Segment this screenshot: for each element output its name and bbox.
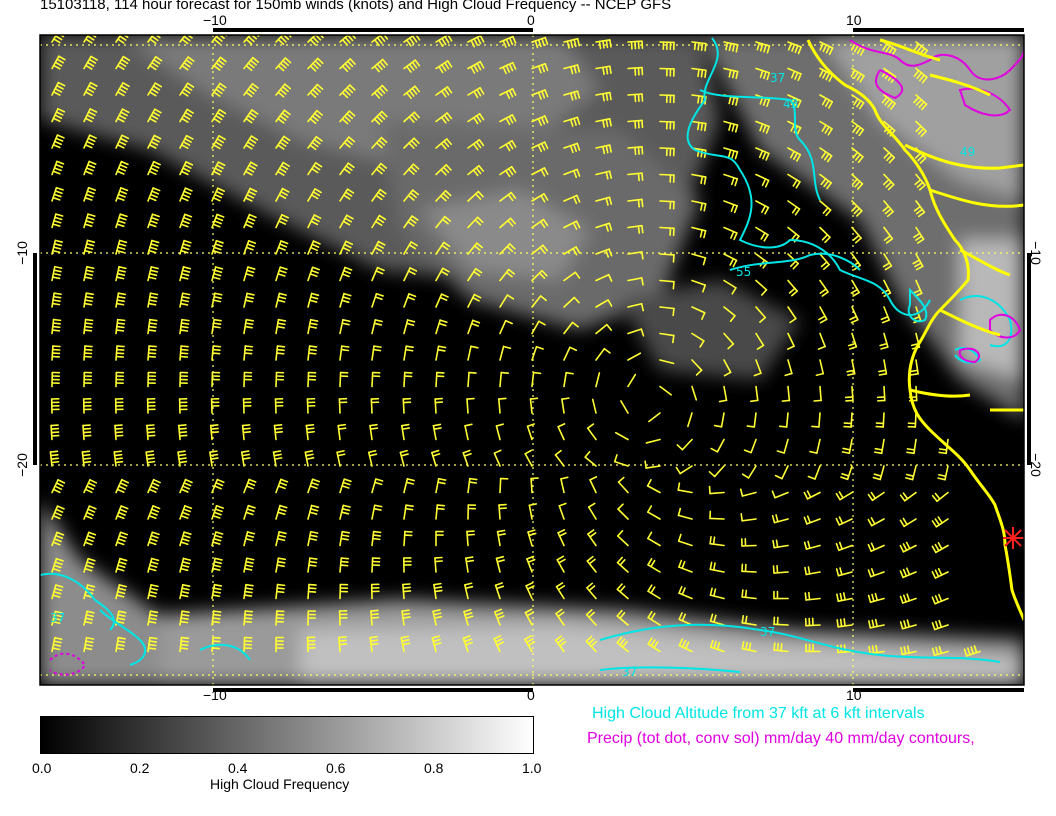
location-marker [1003,527,1024,549]
colorbar-tick-label: 0.8 [424,760,444,776]
contour-label: 37 [770,71,785,85]
colorbar-tick-label: 0.2 [130,760,150,776]
colorbar [40,716,534,754]
colorbar-tick-label: 0.6 [326,760,346,776]
colorbar-title: High Cloud Frequency [210,776,350,792]
contour-label: 37 [622,665,637,679]
colorbar-tick-label: 0.0 [32,760,52,776]
colorbar-tick-label: 1.0 [522,760,542,776]
colorbar-tick-label: 0.4 [228,760,248,776]
contour-label: 55 [736,265,751,279]
contour-label: 43 [783,97,798,111]
contour-label: 49 [960,145,975,159]
precip-legend: Precip (tot dot, conv sol) mm/day 40 mm/… [587,730,975,747]
map-canvas: 37 43 49 55 37 37 37 [33,28,1031,692]
contour-label: 37 [760,625,775,639]
cloud-altitude-legend: High Cloud Altitude from 37 kft at 6 kft… [592,705,925,722]
contour-label: 37 [50,611,65,625]
